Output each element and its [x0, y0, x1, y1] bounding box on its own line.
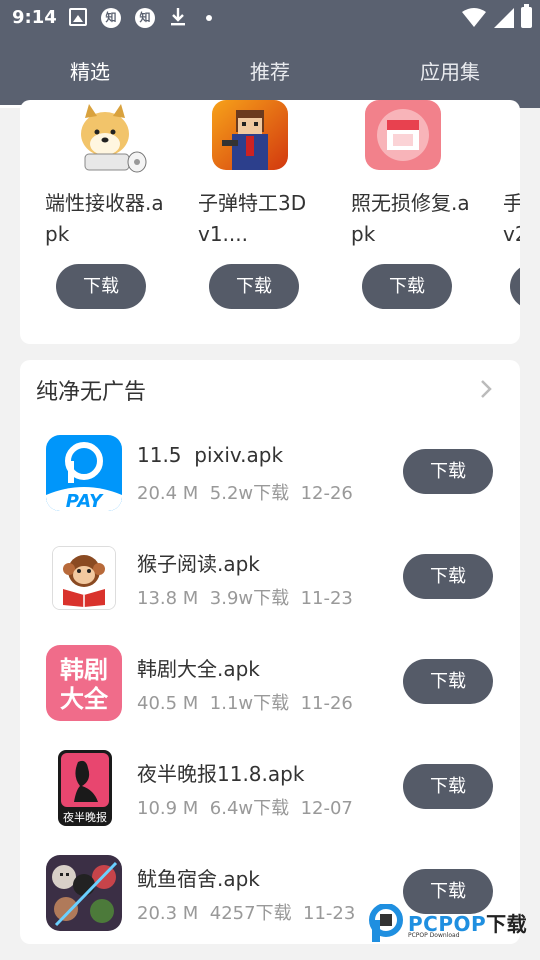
app-title: 夜半晚报11.8.apk — [137, 762, 305, 786]
battery-icon — [521, 4, 532, 28]
app-meta: 10.9 M 6.4w下载 12-07 — [137, 798, 353, 819]
download-button[interactable]: 下载 — [403, 764, 493, 809]
wifi-icon — [462, 8, 486, 27]
section-title: 纯净无广告 — [36, 380, 147, 405]
download-button[interactable] — [510, 264, 520, 309]
bullet-agent-icon — [212, 100, 288, 170]
app-meta: 20.3 M 4257下载 11-23 — [137, 903, 356, 924]
app-title: 鱿鱼宿舍.apk — [137, 867, 260, 891]
download-button[interactable]: 下载 — [403, 554, 493, 599]
featured-item-name: 照无损修复.apk — [351, 191, 470, 246]
night-news-icon: 夜半晚报 — [58, 750, 112, 826]
status-bar: 9:14 知 知 — [0, 0, 540, 36]
featured-item-name: 手v2 — [503, 191, 520, 246]
download-notification-icon — [171, 8, 185, 26]
more-notifications-dot-icon — [206, 15, 212, 21]
zhihu-notification-icon: 知 — [101, 8, 121, 28]
app-meta: 40.5 M 1.1w下载 11-26 — [137, 693, 353, 714]
download-button[interactable]: 下载 — [209, 264, 299, 309]
photo-repair-icon — [365, 100, 441, 170]
pixiv-pay-label: PAY — [66, 491, 104, 511]
pcpop-logo-icon — [369, 904, 403, 942]
pixiv-pay-icon: PAY — [46, 435, 122, 511]
kdrama-icon-text-1: 韩剧 — [60, 656, 108, 684]
chevron-right-icon[interactable] — [478, 378, 494, 400]
kdrama-icon-text-2: 大全 — [60, 685, 109, 713]
zhihu-notification-icon: 知 — [135, 8, 155, 28]
featured-item-name: 子弹特工3D v1.... — [198, 191, 307, 246]
image-notification-icon — [69, 8, 87, 26]
download-button[interactable]: 下载 — [403, 449, 493, 494]
squid-dorm-icon — [46, 855, 122, 931]
signal-icon — [494, 8, 514, 28]
app-title: 韩剧大全.apk — [137, 657, 260, 681]
list-item[interactable]: 猴子阅读.apk 13.8 M 3.9w下载 11-23 下载 — [20, 540, 520, 632]
list-item[interactable]: PAY 11.5 pixiv.apk 20.4 M 5.2w下载 12-26 下… — [20, 435, 520, 527]
list-item[interactable]: 夜半晚报 夜半晚报11.8.apk 10.9 M 6.4w下载 12-07 下载 — [20, 750, 520, 842]
download-button[interactable]: 下载 — [403, 659, 493, 704]
ad-free-section: 纯净无广告 PAY 11.5 pixiv.apk 20.4 M 5.2w下载 1… — [20, 360, 520, 944]
app-meta: 13.8 M 3.9w下载 11-23 — [137, 588, 353, 609]
featured-apps-card: 端性接收器.apk 下载 子弹特工3D v1.... 下载 照无损修复.apk … — [20, 100, 520, 344]
featured-item-name: 端性接收器.apk — [45, 191, 164, 246]
app-meta: 20.4 M 5.2w下载 12-26 — [137, 483, 353, 504]
watermark-subtitle: PCPOP Download — [408, 932, 460, 939]
app-title: 猴子阅读.apk — [137, 552, 260, 576]
download-button[interactable]: 下载 — [56, 264, 146, 309]
tab-collections[interactable]: 应用集 — [360, 36, 540, 108]
status-time: 9:14 — [12, 7, 57, 28]
list-item[interactable]: 韩剧 大全 韩剧大全.apk 40.5 M 1.1w下载 11-26 下载 — [20, 645, 520, 737]
pcpop-watermark: PCPOP下载 PCPOP Download — [366, 904, 536, 944]
monkey-reading-icon — [52, 546, 116, 610]
night-news-icon-label: 夜半晚报 — [63, 810, 107, 824]
doge-icon — [65, 100, 155, 176]
tab-bar: 精选 推荐 应用集 — [0, 36, 540, 108]
tab-recommended[interactable]: 推荐 — [180, 36, 360, 108]
download-button[interactable]: 下载 — [362, 264, 452, 309]
kdrama-icon: 韩剧 大全 — [46, 645, 122, 721]
tab-featured[interactable]: 精选 — [0, 36, 180, 108]
app-title: 11.5 pixiv.apk — [137, 443, 284, 467]
